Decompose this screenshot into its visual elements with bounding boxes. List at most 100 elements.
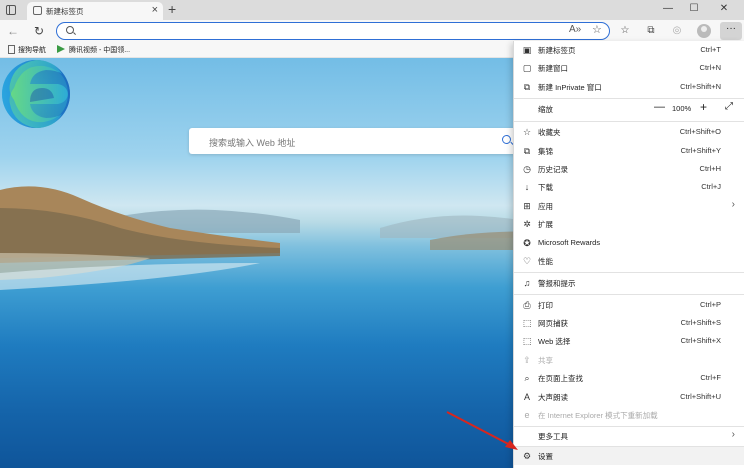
edge-logo-reflection [2,60,70,128]
tab-title: 新建标签页 [46,7,84,16]
menu-item-label: 警报和提示 [538,279,576,288]
menu-item-shortcut: Ctrl+Shift+S [680,318,721,327]
tab-favicon-icon [33,6,42,15]
menu-item-new-tab[interactable]: ▣ 新建标签页 Ctrl+T [514,41,744,59]
zoom-out-button[interactable]: — [654,101,665,113]
address-toolbar: ← ↻ A» ☆ ☆ ⧉ ◎ [0,20,744,42]
video-icon [57,45,65,53]
zoom-in-button[interactable]: + [700,100,707,114]
menu-item-label: 扩展 [538,220,553,229]
menu-item-shortcut: Ctrl+J [701,182,721,191]
menu-item-shortcut: Ctrl+T [700,45,721,54]
history-icon: ◷ [523,164,531,174]
favorites-icon: ☆ [522,127,532,137]
menu-item-shortcut: Ctrl+Shift+X [680,336,721,345]
new-tab-button[interactable]: + [168,1,176,17]
menu-item-shortcut: Ctrl+Shift+O [679,127,721,136]
menu-item-ie-mode-reload: e 在 Internet Explorer 模式下重新加载 [514,406,744,424]
settings-and-more-button[interactable]: ··· [720,22,742,40]
fullscreen-icon[interactable]: ⤢ [725,101,733,112]
back-button[interactable]: ← [5,23,21,39]
menu-item-label: Web 选择 [538,337,571,346]
menu-item-print[interactable]: ⎙ 打印 Ctrl+P [514,296,744,314]
extensions-icon: ✲ [523,219,531,229]
menu-item-favorites[interactable]: ☆ 收藏夹 Ctrl+Shift+O [514,123,744,141]
menu-divider [514,272,744,273]
apps-icon: ⊞ [523,201,531,211]
search-icon [502,135,511,144]
menu-item-label: 在页面上查找 [538,374,583,383]
menu-item-label: 集锦 [538,147,553,156]
minimize-button[interactable]: — [658,1,678,17]
menu-item-shortcut: Ctrl+P [699,300,721,309]
menu-item-shortcut: Ctrl+F [700,373,721,382]
menu-item-new-window[interactable]: ▢ 新建窗口 Ctrl+N [514,59,744,77]
menu-item-microsoft-rewards[interactable]: ✪ Microsoft Rewards [514,234,744,252]
menu-item-performance[interactable]: ♡ 性能 [514,252,744,270]
menu-item-web-capture[interactable]: ⬚ 网页捕获 Ctrl+Shift+S [514,314,744,332]
menu-item-zoom: 缩放 — 100% + ⤢ [514,100,744,118]
menu-item-alerts[interactable]: ♫ 警报和提示 [514,274,744,292]
tab-close-icon[interactable]: × [152,4,158,16]
menu-item-label: 新建标签页 [538,46,576,55]
menu-divider [514,98,744,99]
read-aloud-icon[interactable]: A» [569,24,581,35]
menu-item-more-tools[interactable]: 更多工具 › [514,427,744,445]
new-window-icon: ▢ [522,63,532,73]
download-icon: ↓ [524,182,530,192]
tab-new-tab[interactable]: 新建标签页 × [27,2,163,20]
search-box[interactable]: 搜索或输入 Web 地址 [189,128,519,154]
menu-item-shortcut: Ctrl+N [699,63,721,72]
menu-item-label: 打印 [538,301,553,310]
new-tab-icon: ▣ [522,45,532,55]
menu-item-label: 性能 [538,257,553,266]
favorite-item[interactable]: 搜狗导航 [8,45,46,55]
web-select-icon: ⬚ [522,336,532,346]
menu-item-label: 共享 [538,356,553,365]
add-favorite-icon[interactable]: ☆ [592,23,602,36]
menu-item-label: 更多工具 [538,432,568,441]
menu-item-collections[interactable]: ⧉ 集锦 Ctrl+Shift+Y [514,142,744,160]
address-bar[interactable]: A» ☆ [56,22,610,40]
favorite-label: 腾讯视频 - 中国领... [69,47,131,54]
zoom-level: 100% [672,104,692,113]
settings-menu: ▣ 新建标签页 Ctrl+T ▢ 新建窗口 Ctrl+N ⧉ 新建 InPriv… [513,41,744,468]
chevron-right-icon: › [731,199,735,210]
menu-divider [514,121,744,122]
tab-actions-icon[interactable] [6,5,16,15]
favorites-icon[interactable]: ☆ [617,23,633,39]
page-icon [8,45,15,54]
menu-item-apps[interactable]: ⊞ 应用 › [514,197,744,215]
menu-item-find-on-page[interactable]: ⌕ 在页面上查找 Ctrl+F [514,369,744,387]
menu-item-settings[interactable]: ⚙ 设置 [514,447,744,465]
favorite-item[interactable]: 腾讯视频 - 中国领... [57,45,130,55]
menu-item-shortcut: Ctrl+Shift+Y [680,146,721,155]
maximize-button[interactable]: ☐ [684,1,704,17]
reload-button[interactable]: ↻ [31,23,47,39]
menu-item-history[interactable]: ◷ 历史记录 Ctrl+H [514,160,744,178]
menu-item-label: 大声朗读 [538,393,568,402]
print-icon: ⎙ [523,300,531,310]
menu-item-shortcut: Ctrl+Shift+N [680,82,721,91]
menu-item-shortcut: Ctrl+Shift+U [680,392,721,401]
menu-item-downloads[interactable]: ↓ 下载 Ctrl+J [514,178,744,196]
menu-item-read-aloud[interactable]: A 大声朗读 Ctrl+Shift+U [514,388,744,406]
profile-avatar[interactable] [697,24,711,38]
menu-item-label: 下载 [538,183,553,192]
menu-item-label: Microsoft Rewards [538,238,601,247]
menu-item-label: 收藏夹 [538,128,561,137]
menu-item-label: 新建窗口 [538,64,568,73]
menu-item-shortcut: Ctrl+H [699,164,721,173]
ie-icon: e [524,410,530,420]
chevron-right-icon: › [731,429,735,440]
menu-item-web-select[interactable]: ⬚ Web 选择 Ctrl+Shift+X [514,332,744,350]
performance-icon[interactable]: ◎ [669,23,685,39]
collections-icon[interactable]: ⧉ [643,23,659,39]
menu-item-new-inprivate-window[interactable]: ⧉ 新建 InPrivate 窗口 Ctrl+Shift+N [514,78,744,96]
tab-strip: 新建标签页 × + — ☐ ✕ [0,0,744,20]
menu-item-label: 历史记录 [538,165,568,174]
menu-divider [514,294,744,295]
close-window-button[interactable]: ✕ [714,1,734,17]
menu-item-extensions[interactable]: ✲ 扩展 [514,215,744,233]
menu-item-label: 在 Internet Explorer 模式下重新加载 [538,411,658,420]
